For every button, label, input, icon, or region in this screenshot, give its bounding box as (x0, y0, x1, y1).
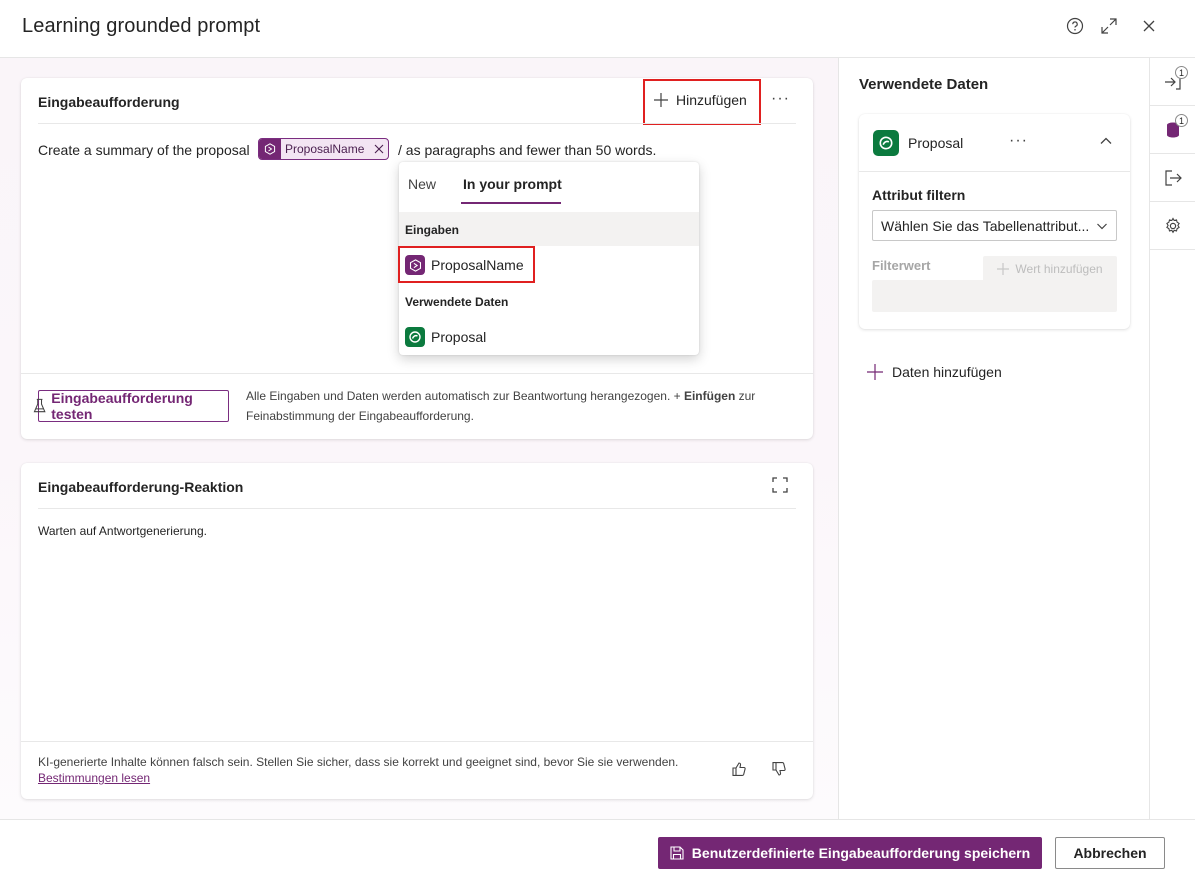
test-prompt-label: Eingabeaufforderung testen (51, 390, 193, 422)
data-item-label: Proposal (431, 329, 487, 345)
response-divider (38, 508, 796, 509)
response-card: Eingabeaufforderung-Reaktion Warten auf … (21, 463, 813, 799)
rail-settings[interactable] (1150, 202, 1195, 250)
cancel-button[interactable]: Abbrechen (1055, 837, 1165, 869)
more-options-icon[interactable]: ··· (1009, 132, 1028, 150)
rail-data[interactable]: 1 (1150, 106, 1195, 154)
hint-bold: Einfügen (683, 389, 736, 403)
help-icon[interactable] (1064, 15, 1086, 37)
thumbs-down-icon[interactable] (771, 761, 787, 782)
tab-new[interactable]: New (408, 176, 436, 192)
data-panel-title: Verwendete Daten (859, 76, 989, 93)
filter-value-input (872, 280, 1117, 312)
filter-attribute-placeholder: Wählen Sie das Tabellenattribut... (881, 217, 1090, 234)
insert-popup: New In your prompt Eingaben ProposalName… (398, 162, 699, 355)
waiting-text: Warten auf Antwortgenerierung. (38, 524, 207, 538)
input-chip-label: ProposalName (285, 142, 365, 156)
prompt-text-before: Create a summary of the proposal (38, 142, 250, 158)
rail-inputs[interactable]: 1 (1150, 58, 1195, 106)
save-button[interactable]: Benutzerdefinierte Eingabeaufforderung s… (658, 837, 1042, 869)
input-hex-icon (405, 255, 425, 275)
add-data-label: Daten hinzufügen (892, 364, 1002, 380)
save-icon (670, 846, 684, 860)
prompt-text-after: / as paragraphs and fewer than 50 words. (398, 142, 657, 158)
add-value-label: Wert hinzufügen (1015, 262, 1103, 276)
save-button-label: Benutzerdefinierte Eingabeaufforderung s… (691, 845, 1031, 861)
more-options-icon[interactable]: ··· (771, 90, 790, 108)
card-divider (38, 123, 796, 124)
plus-icon (997, 263, 1010, 275)
rail-outputs[interactable] (1150, 154, 1195, 202)
sign-out-icon (1165, 169, 1182, 186)
data-source-card: Proposal ··· Attribut filtern Wählen Sie… (859, 114, 1130, 329)
response-footer-divider (21, 741, 813, 742)
data-panel: Verwendete Daten Proposal ··· Attribut f… (838, 58, 1150, 819)
data-section-header: Verwendete Daten (405, 295, 509, 309)
filter-attribute-select[interactable]: Wählen Sie das Tabellenattribut... (872, 210, 1117, 241)
fullscreen-icon[interactable] (772, 477, 788, 498)
gear-icon (1166, 216, 1180, 233)
add-value-button: Wert hinzufügen (983, 256, 1117, 282)
response-card-title: Eingabeaufforderung-Reaktion (38, 479, 244, 495)
chip-remove-icon[interactable] (374, 144, 384, 154)
close-icon[interactable] (1138, 15, 1160, 37)
side-rail: 1 1 (1149, 58, 1195, 819)
hint-line2: Feinabstimmung der Eingabeaufforderung. (246, 409, 474, 423)
active-tab-indicator (461, 202, 561, 204)
thumbs-up-icon[interactable] (731, 761, 747, 782)
ai-disclaimer: KI-generierte Inhalte können falsch sein… (38, 755, 679, 769)
add-data-button[interactable]: Daten hinzufügen (867, 364, 1002, 380)
test-prompt-button[interactable]: Eingabeaufforderung testen (33, 390, 229, 422)
add-button-label: Hinzufügen (676, 92, 747, 108)
dialog-title: Learning grounded prompt (22, 15, 261, 37)
prompt-hint: Alle Eingaben und Daten werden automatis… (246, 386, 796, 426)
chevron-up-icon[interactable] (1099, 134, 1113, 153)
card-footer-divider (21, 373, 813, 374)
hint-part1: Alle Eingaben und Daten werden automatis… (246, 389, 684, 403)
filter-attribute-label: Attribut filtern (872, 187, 966, 203)
dialog-header: Learning grounded prompt (0, 0, 1195, 58)
input-hex-icon (259, 139, 281, 159)
input-item-label: ProposalName (431, 257, 524, 273)
expand-icon[interactable] (1098, 15, 1120, 37)
data-item-proposal[interactable]: Proposal (405, 327, 486, 347)
flask-icon (33, 398, 46, 413)
inputs-count-badge: 1 (1175, 66, 1188, 79)
dialog-footer: Benutzerdefinierte Eingabeaufforderung s… (0, 819, 1195, 881)
data-count-badge: 1 (1175, 114, 1188, 127)
cancel-button-label: Abbrechen (1073, 845, 1147, 861)
input-chip[interactable]: ProposalName (258, 138, 389, 160)
inputs-section-header: Eingaben (405, 223, 460, 237)
data-source-name: Proposal (908, 135, 964, 151)
plus-icon (654, 93, 668, 107)
prompt-card-title: Eingabeaufforderung (38, 94, 180, 110)
filter-value-label: Filterwert (872, 258, 931, 273)
data-card-divider (859, 171, 1130, 172)
hint-part2: zur (735, 389, 756, 403)
tab-in-your-prompt[interactable]: In your prompt (463, 176, 562, 192)
chevron-down-icon (1097, 223, 1107, 229)
input-item-proposalname[interactable]: ProposalName (405, 255, 524, 275)
add-button[interactable]: Hinzufügen (653, 92, 747, 108)
dataverse-icon (873, 130, 899, 156)
plus-icon (867, 364, 883, 380)
dataverse-icon (405, 327, 425, 347)
terms-link[interactable]: Bestimmungen lesen (38, 771, 150, 785)
